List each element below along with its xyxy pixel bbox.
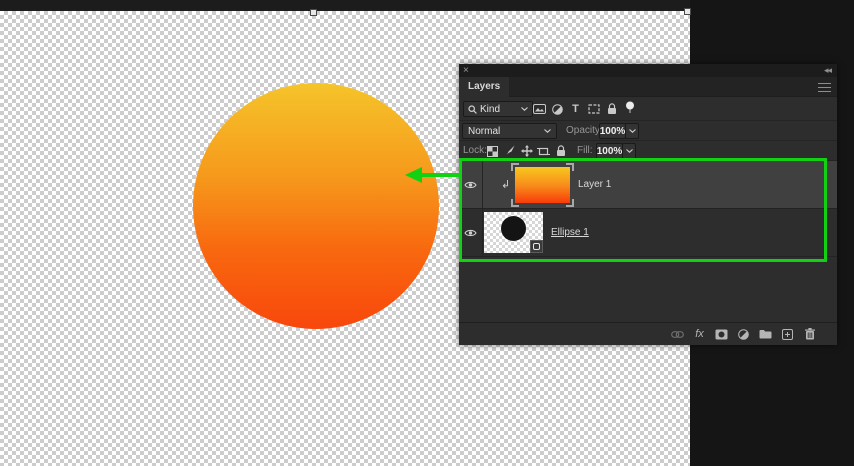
kind-filter-dropdown[interactable]: Kind [463, 101, 533, 117]
new-layer-icon[interactable] [781, 327, 794, 341]
transform-handle-top-right[interactable] [684, 8, 691, 15]
pixel-layer-filter-icon[interactable] [533, 102, 546, 116]
type-layer-filter-icon[interactable]: T [569, 102, 582, 116]
close-icon[interactable]: × [463, 64, 469, 77]
layer-row-layer-1[interactable]: ↲ Layer 1 [459, 160, 837, 209]
shape-layer-badge-icon [530, 240, 543, 253]
opacity-dropdown-icon[interactable] [625, 123, 639, 139]
lock-filter-icon[interactable] [605, 102, 618, 116]
layer-thumbnail-gradient[interactable] [511, 162, 574, 207]
panel-menu-icon[interactable] [818, 83, 831, 92]
lock-artboard-icon[interactable] [537, 144, 550, 158]
filter-row: Kind T [459, 97, 837, 121]
panel-header: × ◂◂ [459, 64, 837, 77]
filter-icons-group: T [533, 101, 636, 117]
new-group-folder-icon[interactable] [759, 327, 772, 341]
layer-name[interactable]: Layer 1 [578, 179, 611, 190]
selected-thumbnail-brackets [511, 162, 574, 207]
filter-pin-icon[interactable] [623, 101, 636, 115]
layer-thumbnail-ellipse[interactable] [484, 212, 543, 253]
chevron-down-icon [544, 129, 551, 133]
blend-mode-value: Normal [468, 125, 501, 137]
lock-transparency-icon[interactable] [486, 144, 499, 158]
panel-tab-row: Layers [459, 77, 837, 97]
lock-row: Lock: Fill: 100% [459, 141, 837, 161]
application-window: × ◂◂ Layers Kind T Normal Opacity: 100% … [0, 0, 854, 466]
gradient-circle-artwork[interactable] [193, 83, 439, 329]
adjustment-layer-filter-icon[interactable] [551, 102, 564, 116]
layer-list: ↲ Layer 1 Ellipse 1 [459, 160, 837, 322]
collapse-panel-icon[interactable]: ◂◂ [824, 64, 832, 77]
lock-all-icon[interactable] [554, 144, 567, 158]
shape-layer-filter-icon[interactable] [587, 102, 600, 116]
blend-row: Normal Opacity: 100% [459, 121, 837, 141]
visibility-toggle[interactable] [459, 208, 483, 257]
blend-mode-dropdown[interactable]: Normal [462, 123, 557, 139]
eye-icon [464, 180, 477, 190]
new-adjustment-layer-icon[interactable] [737, 327, 750, 341]
lock-position-icon[interactable] [520, 144, 533, 158]
opacity-value-field[interactable]: 100% [599, 123, 626, 139]
delete-layer-trash-icon[interactable] [803, 327, 816, 341]
kind-filter-label: Kind [480, 103, 501, 115]
opacity-label: Opacity: [566, 125, 603, 136]
link-layers-icon[interactable] [671, 327, 684, 341]
lock-icons-group [486, 144, 567, 158]
fill-dropdown-icon[interactable] [622, 143, 636, 159]
opacity-value: 100% [599, 125, 626, 137]
layers-panel: × ◂◂ Layers Kind T Normal Opacity: 100% … [459, 64, 837, 345]
layers-bottom-toolbar: fx [459, 322, 837, 345]
fill-label: Fill: [577, 145, 593, 156]
eye-icon [464, 228, 477, 238]
add-layer-mask-icon[interactable] [715, 327, 728, 341]
transform-handle-top-mid[interactable] [310, 9, 317, 16]
annotation-arrow-line [420, 173, 461, 177]
tab-layers[interactable]: Layers [459, 77, 510, 97]
chevron-down-icon [521, 107, 528, 111]
fill-value: 100% [596, 145, 623, 157]
visibility-toggle[interactable] [459, 160, 483, 209]
lock-label: Lock: [463, 145, 487, 156]
annotation-arrow-head [405, 167, 422, 183]
search-icon [468, 104, 477, 114]
layer-row-ellipse-1[interactable]: Ellipse 1 [459, 208, 837, 257]
layer-name[interactable]: Ellipse 1 [551, 227, 589, 238]
ellipse-shape-preview [501, 216, 526, 241]
layer-style-fx-icon[interactable]: fx [693, 327, 706, 341]
lock-paint-brush-icon[interactable] [503, 144, 516, 158]
fill-value-field[interactable]: 100% [596, 143, 623, 159]
